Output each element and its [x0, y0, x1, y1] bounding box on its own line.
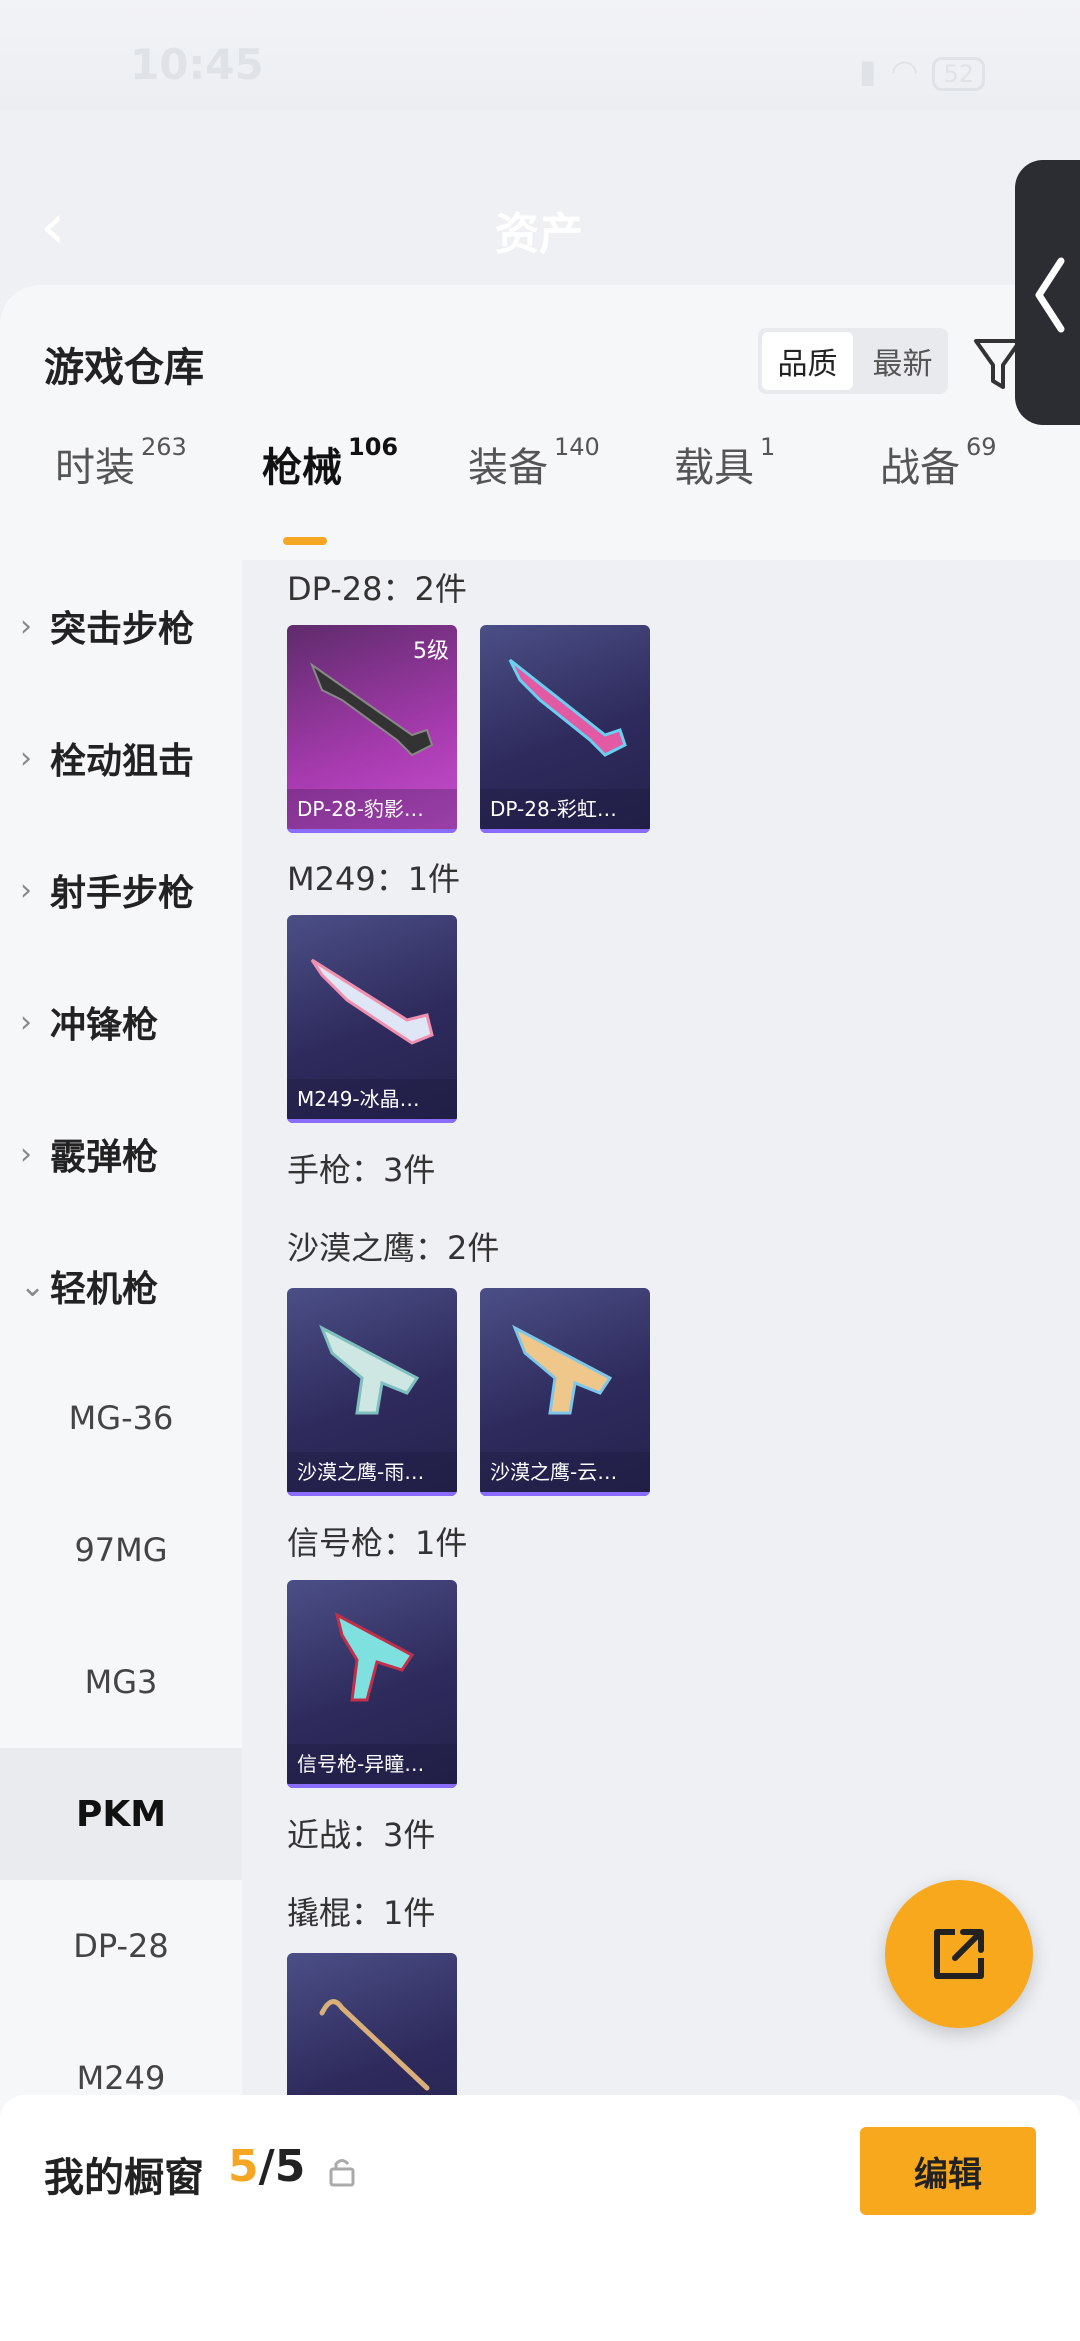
- sidebar-subitem-97mg[interactable]: 97MG: [0, 1484, 242, 1616]
- flare-gun-icon: [334, 1612, 415, 1702]
- sidebar-item-label: 冲锋枪: [50, 1005, 159, 1046]
- sidebar-item-shotguns[interactable]: › 霰弹枪: [0, 1088, 242, 1220]
- tab-equipment[interactable]: 装备 140: [468, 433, 600, 493]
- sidebar-item-label: 轻机枪: [50, 1269, 159, 1310]
- share-icon: [934, 1929, 984, 1979]
- sort-newest-button[interactable]: 最新: [857, 328, 948, 394]
- tab-outfits[interactable]: 时装 263: [55, 433, 187, 493]
- item-card-dp28-leopard[interactable]: 5级 DP-28-豹影…: [287, 625, 457, 833]
- section-header-m249: M249：1件: [287, 860, 461, 898]
- back-icon[interactable]: ‹: [40, 195, 66, 259]
- tab-count: 106: [348, 433, 399, 461]
- status-bar: 10:45 ▮◠ 52: [0, 0, 1080, 110]
- status-icons: ▮◠ 52: [859, 52, 985, 91]
- gun-icon: [310, 958, 434, 1045]
- panel-title: 游戏仓库: [44, 345, 204, 391]
- item-card-deagle-rain[interactable]: 沙漠之鹰-雨…: [287, 1288, 457, 1496]
- tab-label: 时装: [55, 445, 135, 491]
- chevron-right-icon: ›: [20, 1004, 32, 1040]
- item-card-crowbar[interactable]: [287, 1953, 457, 2100]
- chevron-down-icon: ⌄: [20, 1268, 46, 1304]
- tab-count: 263: [141, 433, 187, 461]
- item-card-dp28-rainbow[interactable]: DP-28-彩虹…: [480, 625, 650, 833]
- share-fab-button[interactable]: [885, 1880, 1033, 2028]
- section-header-dp28: DP-28：2件: [287, 570, 467, 608]
- chevron-right-icon: ›: [20, 608, 32, 644]
- sort-toggle: 品质 最新: [758, 328, 948, 394]
- rarity-bar: [287, 829, 457, 833]
- item-level-badge: 5级: [413, 639, 449, 664]
- sidebar-subitem-mg3[interactable]: MG3: [0, 1616, 242, 1748]
- sidebar-item-bolt-snipers[interactable]: › 栓动狙击: [0, 692, 242, 824]
- item-name: 沙漠之鹰-雨…: [287, 1452, 457, 1492]
- item-name: 沙漠之鹰-云…: [480, 1452, 650, 1492]
- showcase-bar: 我的橱窗 5/5 编辑: [0, 2095, 1080, 2341]
- sidebar-item-label: 射手步枪: [50, 873, 195, 914]
- wifi-icon: ◠: [890, 52, 933, 90]
- category-sidebar: › 突击步枪 › 栓动狙击 › 射手步枪 › 冲锋枪 › 霰弹枪 ⌄ 轻机枪 MG-36 9…: [0, 560, 242, 2100]
- sidebar-item-lmgs[interactable]: ⌄ 轻机枪: [0, 1220, 242, 1352]
- rarity-bar: [480, 829, 650, 833]
- sidebar-item-marksman-rifles[interactable]: › 射手步枪: [0, 824, 242, 956]
- chevron-right-icon: ›: [20, 872, 32, 908]
- sidebar-subitem-pkm[interactable]: PKM: [0, 1748, 242, 1880]
- sidebar-subitem-mg36[interactable]: MG-36: [0, 1352, 242, 1484]
- crowbar-icon: [319, 1999, 430, 2091]
- section-header-deagle: 沙漠之鹰：2件: [287, 1229, 500, 1267]
- showcase-count: 5/5: [228, 2141, 305, 2192]
- status-time: 10:45: [130, 40, 264, 89]
- sidebar-item-label: 霰弹枪: [50, 1137, 159, 1178]
- tab-label: 枪械: [262, 445, 342, 491]
- rarity-bar: [287, 1119, 457, 1123]
- rarity-bar: [287, 1784, 457, 1788]
- signal-icon: ▮: [858, 52, 891, 90]
- side-drawer-handle[interactable]: [1015, 160, 1080, 425]
- tab-firearms[interactable]: 枪械 106: [262, 433, 399, 493]
- pistol-icon: [319, 1324, 420, 1415]
- chevron-right-icon: ›: [20, 1136, 32, 1172]
- item-name: DP-28-豹影…: [287, 789, 457, 829]
- sidebar-item-assault-rifles[interactable]: › 突击步枪: [0, 560, 242, 692]
- page-title: 资产: [495, 209, 583, 260]
- sidebar-subitem-dp28[interactable]: DP-28: [0, 1880, 242, 2012]
- sidebar-item-smgs[interactable]: › 冲锋枪: [0, 956, 242, 1088]
- rarity-bar: [480, 1492, 650, 1496]
- category-tabs: 时装 263 枪械 106 装备 140 载具 1 战备 69: [0, 433, 1080, 515]
- section-header-flare-gun: 信号枪：1件: [287, 1524, 468, 1562]
- tab-count: 69: [966, 433, 997, 461]
- section-header-pistols: 手枪：3件: [287, 1151, 436, 1189]
- pistol-icon: [512, 1324, 613, 1415]
- showcase-title: 我的橱窗: [44, 2155, 204, 2201]
- sidebar-item-label: 栓动狙击: [50, 741, 195, 782]
- item-card-deagle-cloud[interactable]: 沙漠之鹰-云…: [480, 1288, 650, 1496]
- tab-label: 战备: [880, 445, 960, 491]
- sort-quality-button[interactable]: 品质: [762, 332, 853, 390]
- item-name: DP-28-彩虹…: [480, 789, 650, 829]
- item-name: M249-冰晶…: [287, 1079, 457, 1119]
- tab-label: 载具: [674, 445, 754, 491]
- tab-count: 1: [760, 433, 776, 461]
- chevron-left-icon: [1035, 257, 1065, 333]
- showcase-count-total: /5: [258, 2141, 306, 2192]
- tab-vehicles[interactable]: 载具 1: [674, 433, 776, 493]
- items-content: DP-28：2件 5级 DP-28-豹影… DP-28-彩虹… M249：1件 …: [242, 560, 1080, 2100]
- active-tab-indicator: [283, 537, 327, 545]
- sidebar-item-label: 突击步枪: [50, 609, 195, 650]
- battery-icon: 52: [932, 57, 985, 91]
- rarity-bar: [287, 1492, 457, 1496]
- edit-button[interactable]: 编辑: [860, 2127, 1036, 2215]
- item-name: 信号枪-异瞳…: [287, 1744, 457, 1784]
- item-card-m249-ice[interactable]: M249-冰晶…: [287, 915, 457, 1123]
- showcase-count-current: 5: [228, 2141, 259, 2192]
- section-header-crowbar: 撬棍：1件: [287, 1894, 436, 1932]
- section-header-melee: 近战：3件: [287, 1816, 436, 1854]
- item-card-flare-gun[interactable]: 信号枪-异瞳…: [287, 1580, 457, 1788]
- tab-supplies[interactable]: 战备 69: [880, 433, 997, 493]
- chevron-right-icon: ›: [20, 740, 32, 776]
- tab-label: 装备: [468, 445, 548, 491]
- tab-count: 140: [554, 433, 600, 461]
- lock-icon: [329, 2159, 355, 2187]
- gun-icon: [508, 658, 627, 757]
